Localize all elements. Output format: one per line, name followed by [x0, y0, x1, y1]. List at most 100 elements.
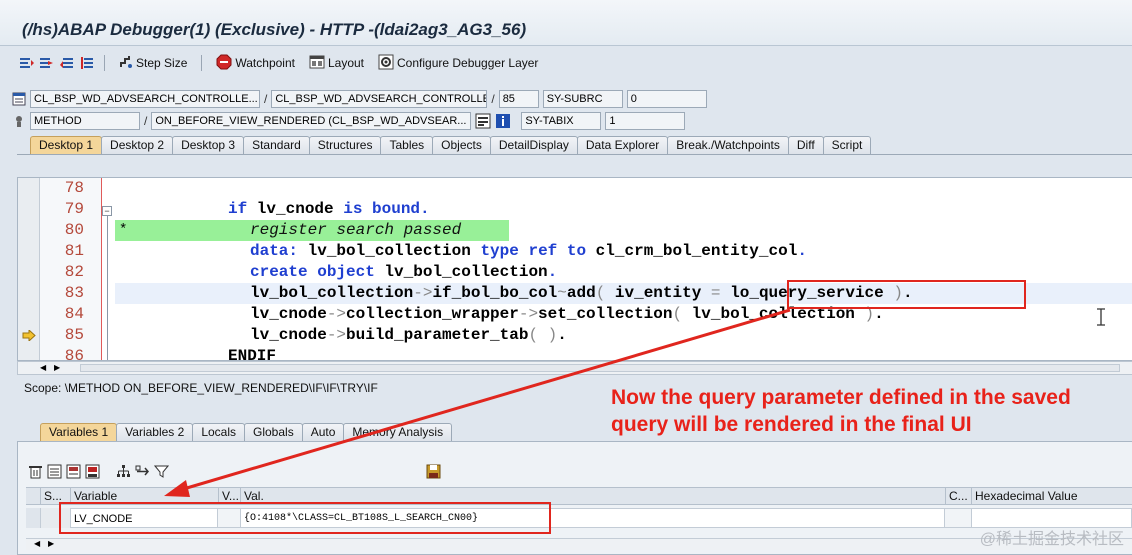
tab-variables-1[interactable]: Variables 1: [40, 423, 118, 441]
scroll-left-icon[interactable]: ◀: [40, 363, 46, 372]
annotation-line-2: query will be rendered in the final UI: [611, 413, 972, 436]
tab-objects[interactable]: Objects: [432, 136, 491, 154]
scroll-right-icon[interactable]: ▶: [48, 539, 54, 548]
code-text: lv_cnode->build_parameter_tab( ).: [250, 326, 567, 344]
column-header-hex[interactable]: Hexadecimal Value: [971, 488, 1132, 505]
scope-label: Scope: \METHOD ON_BEFORE_VIEW_RENDERED\I…: [24, 381, 378, 395]
text-cursor-icon: [1096, 308, 1106, 329]
export-icon[interactable]: [85, 464, 100, 482]
navigate-icon[interactable]: [135, 464, 150, 482]
code-comment: register search passed: [250, 221, 462, 239]
comment-star: *: [119, 222, 128, 238]
tab-tables[interactable]: Tables: [380, 136, 434, 154]
single-step-icon[interactable]: [18, 54, 36, 72]
code-line: 85 lv_cnode->build_parameter_tab( ).: [18, 325, 1132, 346]
scroll-thumb[interactable]: [80, 364, 1120, 372]
grid-horizontal-scrollbar[interactable]: ◀ ▶: [26, 538, 1132, 550]
code-text: create object lv_bol_collection.: [250, 263, 558, 281]
tab-script[interactable]: Script: [822, 136, 872, 154]
tab-break-watchpoints[interactable]: Break./Watchpoints: [667, 136, 789, 154]
tab-locals[interactable]: Locals: [192, 423, 245, 441]
toolbar-separator: [104, 55, 105, 71]
sysvar-name-field[interactable]: SY-SUBRC: [542, 90, 623, 108]
save-icon[interactable]: [426, 464, 441, 482]
line-field[interactable]: 85: [498, 90, 539, 108]
hierarchy-icon[interactable]: [116, 464, 131, 482]
window-title: (/hs)ABAP Debugger(1) (Exclusive) - HTTP…: [22, 20, 527, 39]
return-icon[interactable]: [58, 54, 76, 72]
continue-icon[interactable]: [78, 54, 96, 72]
event-field[interactable]: ON_BEFORE_VIEW_RENDERED (CL_BSP_WD_ADVSE…: [151, 112, 472, 130]
method-icon: [12, 114, 30, 128]
column-header-c[interactable]: C...: [945, 488, 971, 505]
save-variables-icon[interactable]: [66, 464, 81, 482]
tab-detail-display[interactable]: DetailDisplay: [489, 136, 578, 154]
path-separator: /: [491, 92, 495, 106]
path-separator: /: [264, 92, 268, 106]
load-variables-icon[interactable]: [47, 464, 62, 482]
watchpoint-label: Watchpoint: [235, 56, 295, 70]
desktop-tabs: Desktop 1 Desktop 2 Desktop 3 Standard S…: [30, 136, 872, 154]
line-number: 83: [64, 284, 84, 302]
code-line: 81 data: lv_bol_collection type ref to c…: [18, 241, 1132, 262]
tab-standard[interactable]: Standard: [243, 136, 310, 154]
step-size-icon: [119, 55, 133, 72]
tab-globals[interactable]: Globals: [244, 423, 303, 441]
layout-label: Layout: [327, 56, 364, 70]
layout-icon: [309, 54, 325, 73]
tab-data-explorer[interactable]: Data Explorer: [576, 136, 669, 154]
sysvar2-name-field[interactable]: SY-TABIX: [521, 112, 602, 130]
variable-tabs: Variables 1 Variables 2 Locals Globals A…: [40, 423, 453, 441]
sysvar-value-field: 0: [626, 90, 707, 108]
annotation-line-1: Now the query parameter defined in the s…: [611, 386, 1071, 409]
tab-baseline: [17, 154, 1132, 155]
sysvar2-value-field: 1: [605, 112, 686, 130]
program-field[interactable]: CL_BSP_WD_ADVSEARCH_CONTROLLE...: [30, 90, 260, 108]
display-source-icon[interactable]: [475, 113, 491, 129]
scroll-right-icon[interactable]: ▶: [54, 363, 60, 372]
delete-icon[interactable]: [28, 464, 43, 482]
stop-sign-icon: [216, 54, 232, 73]
config-icon: [378, 54, 394, 73]
layout-button[interactable]: Layout: [303, 53, 370, 73]
annotation-text: Now the query parameter defined in the s…: [611, 384, 1071, 438]
step-size-button[interactable]: Step Size: [113, 53, 193, 73]
code-line: 80 * register search passed: [18, 220, 1132, 241]
tab-structures[interactable]: Structures: [308, 136, 382, 154]
step-size-label: Step Size: [136, 56, 188, 70]
c-cell: [945, 508, 971, 528]
program-icon: [12, 92, 30, 106]
source-code-editor[interactable]: − 78 79 if lv_cnode is bound. 80 * regis…: [17, 177, 1132, 361]
code-text: data: lv_bol_collection type ref to cl_c…: [250, 242, 807, 260]
tab-desktop-1[interactable]: Desktop 1: [30, 136, 103, 154]
configure-label: Configure Debugger Layer: [397, 56, 539, 70]
execute-icon[interactable]: [38, 54, 56, 72]
tab-auto[interactable]: Auto: [301, 423, 345, 441]
tab-diff[interactable]: Diff: [787, 136, 824, 154]
event-type-field: METHOD: [30, 112, 140, 130]
configure-debugger-layer-button[interactable]: Configure Debugger Layer: [372, 53, 544, 73]
tab-desktop-2[interactable]: Desktop 2: [101, 136, 174, 154]
variables-panel: S... Variable V... Val. C... Hexadecimal…: [17, 441, 1132, 555]
title-bar: (/hs)ABAP Debugger(1) (Exclusive) - HTTP…: [0, 0, 1132, 46]
line-number: 80: [64, 221, 84, 239]
line-number: 79: [64, 200, 84, 218]
editor-horizontal-scrollbar[interactable]: ◀ ▶: [17, 361, 1132, 375]
watchpoint-button[interactable]: Watchpoint: [210, 53, 301, 73]
position-row-1: CL_BSP_WD_ADVSEARCH_CONTROLLE... / CL_BS…: [12, 89, 707, 109]
code-text: if lv_cnode is bound.: [228, 200, 430, 218]
tab-variables-2[interactable]: Variables 2: [116, 423, 194, 441]
code-line: 78: [18, 178, 1132, 199]
tab-memory-analysis[interactable]: Memory Analysis: [343, 423, 453, 441]
code-line: 86 ENDIF: [18, 346, 1132, 361]
tab-desktop-3[interactable]: Desktop 3: [172, 136, 245, 154]
row-selector[interactable]: [26, 508, 40, 528]
include-field[interactable]: CL_BSP_WD_ADVSEARCH_CONTROLLE...: [271, 90, 488, 108]
variables-toolbar: [28, 464, 170, 482]
info-icon[interactable]: [495, 113, 511, 129]
scroll-left-icon[interactable]: ◀: [34, 539, 40, 548]
filter-icon[interactable]: [153, 464, 170, 482]
path-separator: /: [144, 114, 148, 128]
code-text: ENDIF: [228, 347, 277, 361]
line-number: 78: [64, 179, 84, 197]
